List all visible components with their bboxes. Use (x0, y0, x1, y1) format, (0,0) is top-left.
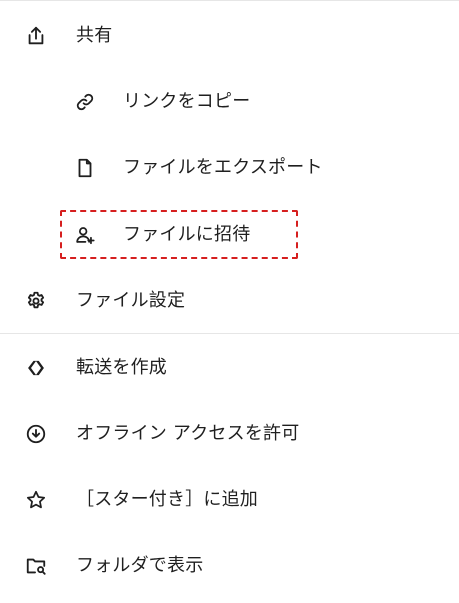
menu-item-label: ファイルに招待 (123, 224, 251, 245)
add-person-icon (73, 223, 97, 247)
menu-item-add-to-starred[interactable]: ［スター付き］に追加 (0, 467, 459, 533)
menu-item-share[interactable]: 共有 (0, 3, 459, 69)
link-icon (73, 90, 97, 114)
menu-item-show-in-folder[interactable]: フォルダで表示 (0, 533, 459, 599)
menu-item-label: 共有 (76, 25, 113, 46)
top-divider (0, 0, 459, 1)
menu-item-export-file[interactable]: ファイルをエクスポート (0, 135, 459, 201)
file-icon (73, 156, 97, 180)
star-icon (24, 488, 48, 512)
menu-item-file-settings[interactable]: ファイル設定 (0, 268, 459, 334)
menu-item-label: リンクをコピー (123, 91, 251, 112)
menu-item-label: 転送を作成 (76, 357, 167, 378)
menu-item-label: オフライン アクセスを許可 (76, 423, 300, 444)
menu-item-invite-to-file[interactable]: ファイルに招待 (0, 202, 459, 268)
share-icon (24, 24, 48, 48)
menu-item-label: ［スター付き］に追加 (76, 489, 258, 510)
context-menu: 共有 リンクをコピー ファイルをエクスポート ファイルに招待 ファイル設定 転送… (0, 0, 459, 603)
menu-item-create-transfer[interactable]: 転送を作成 (0, 335, 459, 401)
folder-search-icon (24, 554, 48, 578)
gear-icon (24, 289, 48, 313)
section-divider (0, 333, 459, 334)
menu-item-label: ファイル設定 (76, 290, 186, 311)
menu-item-label: フォルダで表示 (76, 555, 204, 576)
download-circle-icon (24, 422, 48, 446)
menu-item-label: ファイルをエクスポート (123, 157, 323, 178)
menu-item-copy-link[interactable]: リンクをコピー (0, 69, 459, 135)
menu-item-offline-access[interactable]: オフライン アクセスを許可 (0, 401, 459, 467)
transfer-icon (24, 356, 48, 380)
